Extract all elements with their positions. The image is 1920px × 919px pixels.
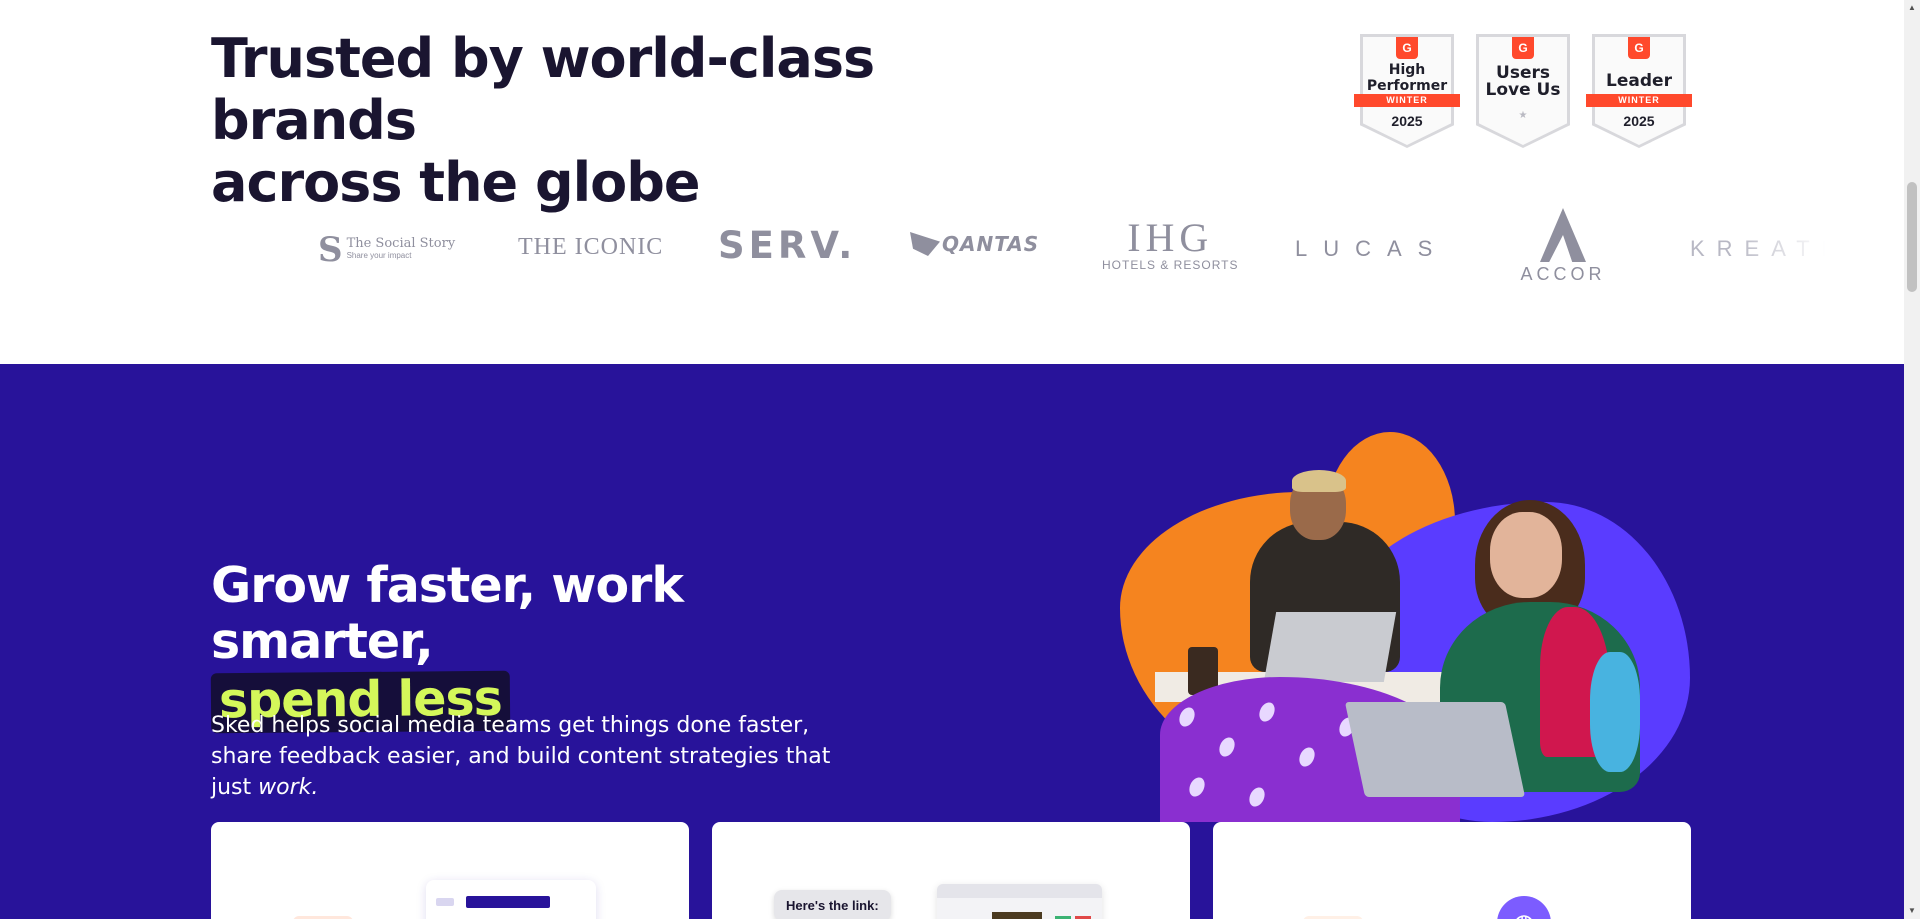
carousel-fade — [1735, 200, 1825, 300]
g2-badge-leader[interactable]: G Leader WINTER 2025 — [1586, 34, 1692, 148]
hero-heading: Grow faster, work smarter, spend less — [210, 557, 911, 734]
badge-ribbon: WINTER — [1586, 94, 1692, 107]
trusted-heading: Trusted by world-class brands across the… — [211, 28, 1071, 214]
trusted-heading-line1: Trusted by world-class brands — [211, 27, 875, 152]
logo-ihg: IHG HOTELS & RESORTS — [1102, 215, 1239, 273]
social-story-tagline: Share your impact — [346, 251, 412, 260]
g2-logo-icon: G — [1396, 37, 1418, 59]
badge-title: Leader — [1606, 71, 1672, 91]
laptop-icon — [1344, 702, 1526, 797]
trusted-brands-section: Trusted by world-class brands across the… — [0, 0, 1904, 364]
feature-card-1[interactable] — [211, 822, 689, 919]
hero-heading-line1: Grow faster, work smarter, — [211, 557, 684, 670]
g2-badges: G High Performer WINTER 2025 G Users Lov… — [1354, 34, 1692, 148]
scroll-down-arrow-icon[interactable]: ▼ — [1904, 903, 1920, 919]
badge-title: High Performer — [1366, 62, 1448, 94]
logo-accor: ACCOR — [1513, 208, 1613, 285]
scroll-up-arrow-icon[interactable]: ▲ — [1904, 0, 1920, 16]
g2-logo-icon: G — [1512, 37, 1534, 59]
badge-ribbon: WINTER — [1354, 94, 1460, 107]
accor-mark-icon — [1540, 208, 1586, 262]
feature-card-3[interactable]: ◍ — [1213, 822, 1691, 919]
scrollbar-thumb[interactable] — [1907, 182, 1917, 292]
g2-badge-high-performer[interactable]: G High Performer WINTER 2025 — [1354, 34, 1460, 148]
hero-body-text: Sked helps social media teams get things… — [211, 713, 831, 800]
badge-year: 2025 — [1623, 113, 1655, 129]
hero-body-emphasis: work. — [258, 775, 319, 800]
qantas-kangaroo-icon — [910, 232, 940, 256]
ui-mockup — [426, 880, 596, 919]
badge-year: 2025 — [1391, 113, 1423, 129]
logo-lucas: LUCAS — [1295, 236, 1449, 261]
value-proposition-section: Grow faster, work smarter, spend less Sk… — [0, 364, 1904, 919]
g2-badge-users-love-us[interactable]: G Users Love Us ★ — [1476, 34, 1570, 148]
badge-title: Users Love Us — [1485, 63, 1561, 100]
g2-logo-icon: G — [1628, 37, 1650, 59]
logo-qantas: QANTAS — [910, 232, 1039, 256]
social-story-name: The Social Story — [346, 236, 456, 251]
globe-icon: ◍ — [1497, 896, 1551, 919]
logo-the-iconic: THE ICONIC — [518, 234, 664, 260]
logo-the-social-story: S The Social Story Share your impact — [318, 230, 455, 270]
chat-bubble: Here's the link: — [774, 890, 891, 919]
logo-serv: SERV. — [718, 224, 857, 267]
feature-card-2[interactable]: Here's the link: — [712, 822, 1190, 919]
laptop-icon — [1263, 612, 1397, 682]
star-icon: ★ — [1518, 110, 1528, 121]
team-working-illustration — [1120, 432, 1690, 822]
brand-logo-carousel: S The Social Story Share your impact THE… — [290, 200, 1825, 300]
browser-mockup — [937, 884, 1102, 919]
page-scrollbar[interactable]: ▲ ▼ — [1904, 0, 1920, 919]
social-story-mark-icon: S — [318, 230, 343, 270]
